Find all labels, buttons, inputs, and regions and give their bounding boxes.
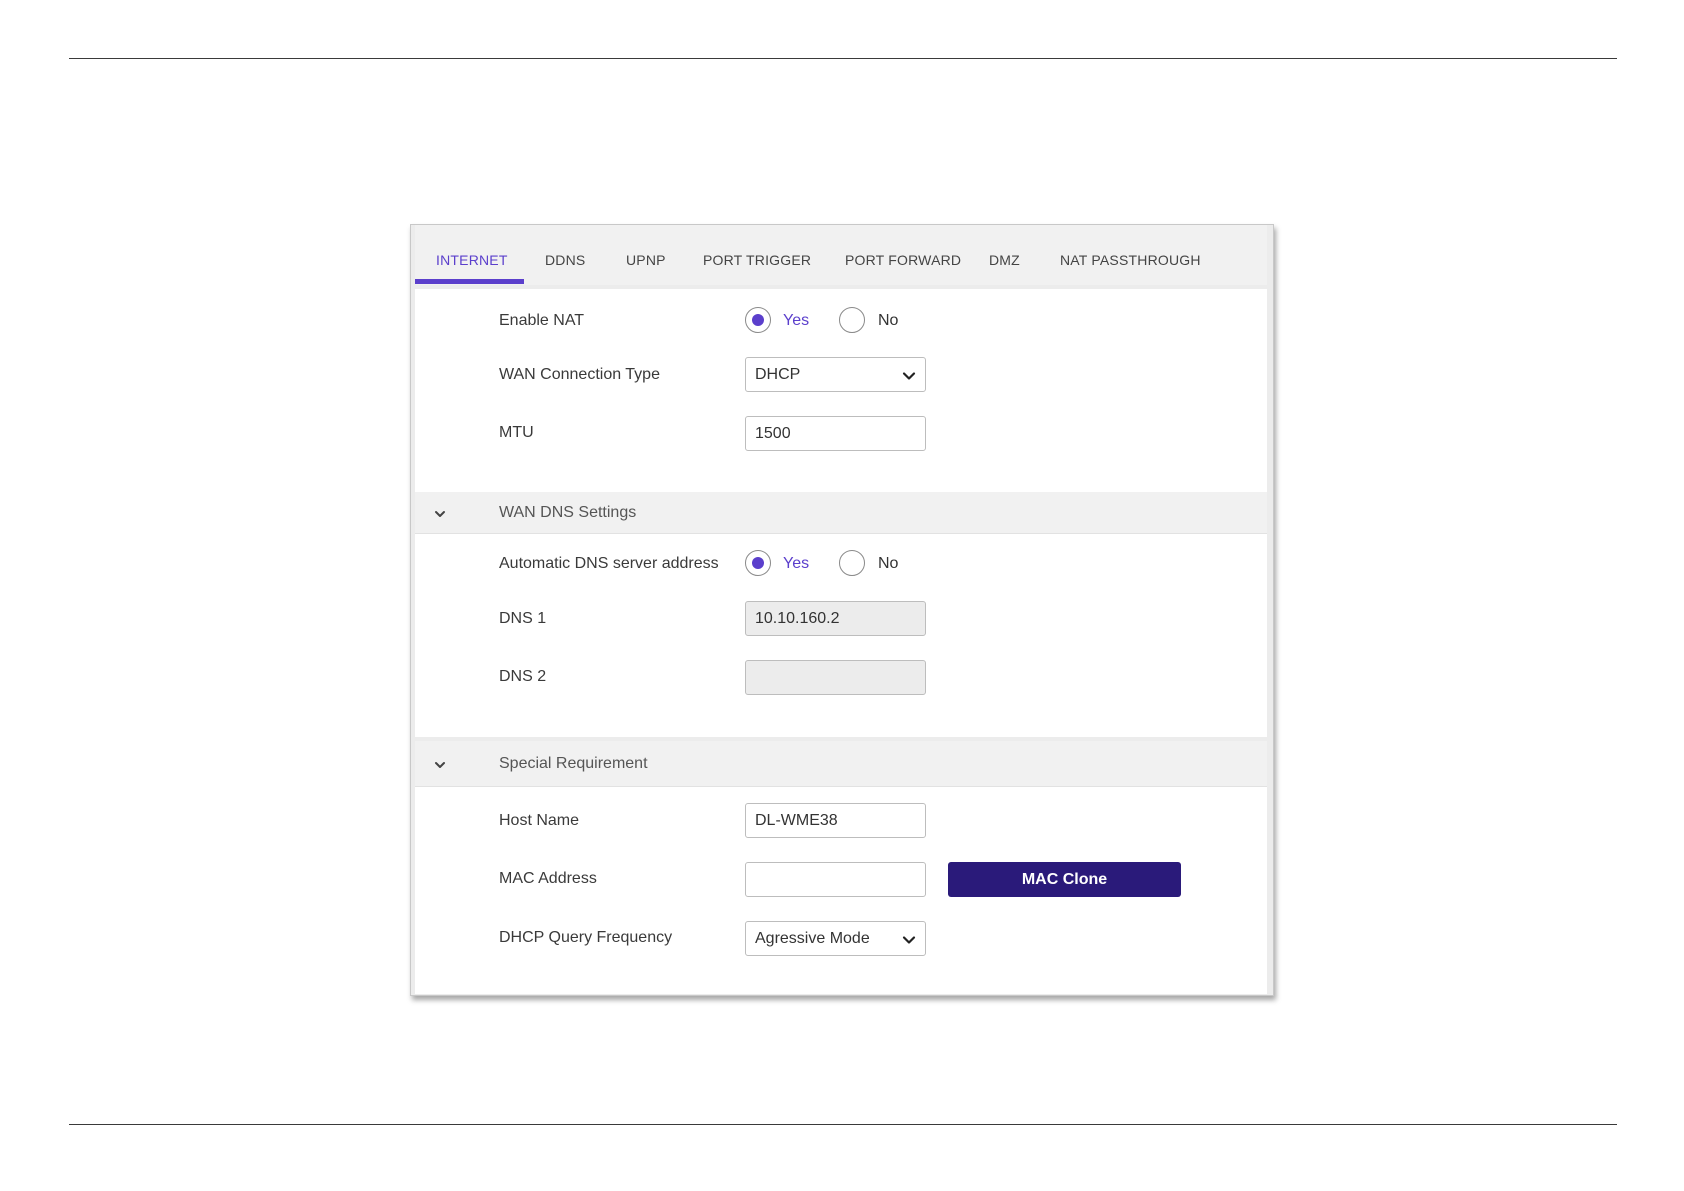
top-divider xyxy=(69,58,1617,59)
tab-bar: INTERNET DDNS UPNP PORT TRIGGER PORT FOR… xyxy=(415,225,1267,285)
special-requirement-section: Host Name DL-WME38 MAC Address MAC Clone… xyxy=(415,787,1267,994)
dns1-label: DNS 1 xyxy=(499,610,547,627)
mac-clone-button[interactable]: MAC Clone xyxy=(948,862,1181,897)
chevron-down-icon[interactable] xyxy=(433,758,447,772)
wan-dns-settings-header[interactable]: WAN DNS Settings xyxy=(415,492,1267,534)
dhcp-query-frequency-label: DHCP Query Frequency xyxy=(499,929,673,946)
tab-port-forward[interactable]: PORT FORWARD xyxy=(845,252,961,268)
special-requirement-title: Special Requirement xyxy=(499,755,648,772)
tab-upnp[interactable]: UPNP xyxy=(626,252,666,268)
basic-settings-section: Enable NAT Yes No WAN Connection Type DH… xyxy=(415,289,1267,492)
enable-nat-label: Enable NAT xyxy=(499,312,585,329)
enable-nat-yes-radio[interactable] xyxy=(745,307,771,333)
enable-nat-yes-label[interactable]: Yes xyxy=(783,312,809,330)
auto-dns-no-label[interactable]: No xyxy=(878,555,898,573)
auto-dns-label: Automatic DNS server address xyxy=(499,555,719,572)
enable-nat-no-radio[interactable] xyxy=(839,307,865,333)
wan-dns-settings-title: WAN DNS Settings xyxy=(499,504,637,521)
dns2-label: DNS 2 xyxy=(499,668,547,685)
internet-settings-panel: INTERNET DDNS UPNP PORT TRIGGER PORT FOR… xyxy=(410,224,1274,996)
mac-address-input[interactable] xyxy=(745,862,926,897)
tab-port-trigger[interactable]: PORT TRIGGER xyxy=(703,252,811,268)
wan-connection-type-label: WAN Connection Type xyxy=(499,366,660,383)
enable-nat-no-label[interactable]: No xyxy=(878,312,898,330)
auto-dns-yes-label[interactable]: Yes xyxy=(783,555,809,573)
tab-nat-passthrough[interactable]: NAT PASSTHROUGH xyxy=(1060,252,1201,268)
tab-dmz[interactable]: DMZ xyxy=(989,252,1020,268)
special-requirement-header[interactable]: Special Requirement xyxy=(415,741,1267,787)
chevron-down-icon xyxy=(902,936,916,944)
auto-dns-no-radio[interactable] xyxy=(839,550,865,576)
wan-connection-type-select[interactable]: DHCP xyxy=(745,357,926,392)
host-name-input[interactable]: DL-WME38 xyxy=(745,803,926,838)
wan-connection-type-value: DHCP xyxy=(755,366,801,383)
dhcp-query-frequency-value: Agressive Mode xyxy=(755,930,870,947)
mtu-input[interactable]: 1500 xyxy=(745,416,926,451)
bottom-divider xyxy=(69,1124,1617,1125)
mac-address-label: MAC Address xyxy=(499,870,597,887)
auto-dns-yes-radio[interactable] xyxy=(745,550,771,576)
wan-dns-settings-section: Automatic DNS server address Yes No DNS … xyxy=(415,534,1267,737)
dns2-input[interactable] xyxy=(745,660,926,695)
chevron-down-icon[interactable] xyxy=(433,507,447,521)
chevron-down-icon xyxy=(902,372,916,380)
tab-internet[interactable]: INTERNET xyxy=(436,252,508,268)
active-tab-indicator xyxy=(415,279,524,284)
tab-ddns[interactable]: DDNS xyxy=(545,252,585,268)
host-name-label: Host Name xyxy=(499,812,580,829)
dns1-input[interactable]: 10.10.160.2 xyxy=(745,601,926,636)
mtu-label: MTU xyxy=(499,424,534,441)
dhcp-query-frequency-select[interactable]: Agressive Mode xyxy=(745,921,926,956)
